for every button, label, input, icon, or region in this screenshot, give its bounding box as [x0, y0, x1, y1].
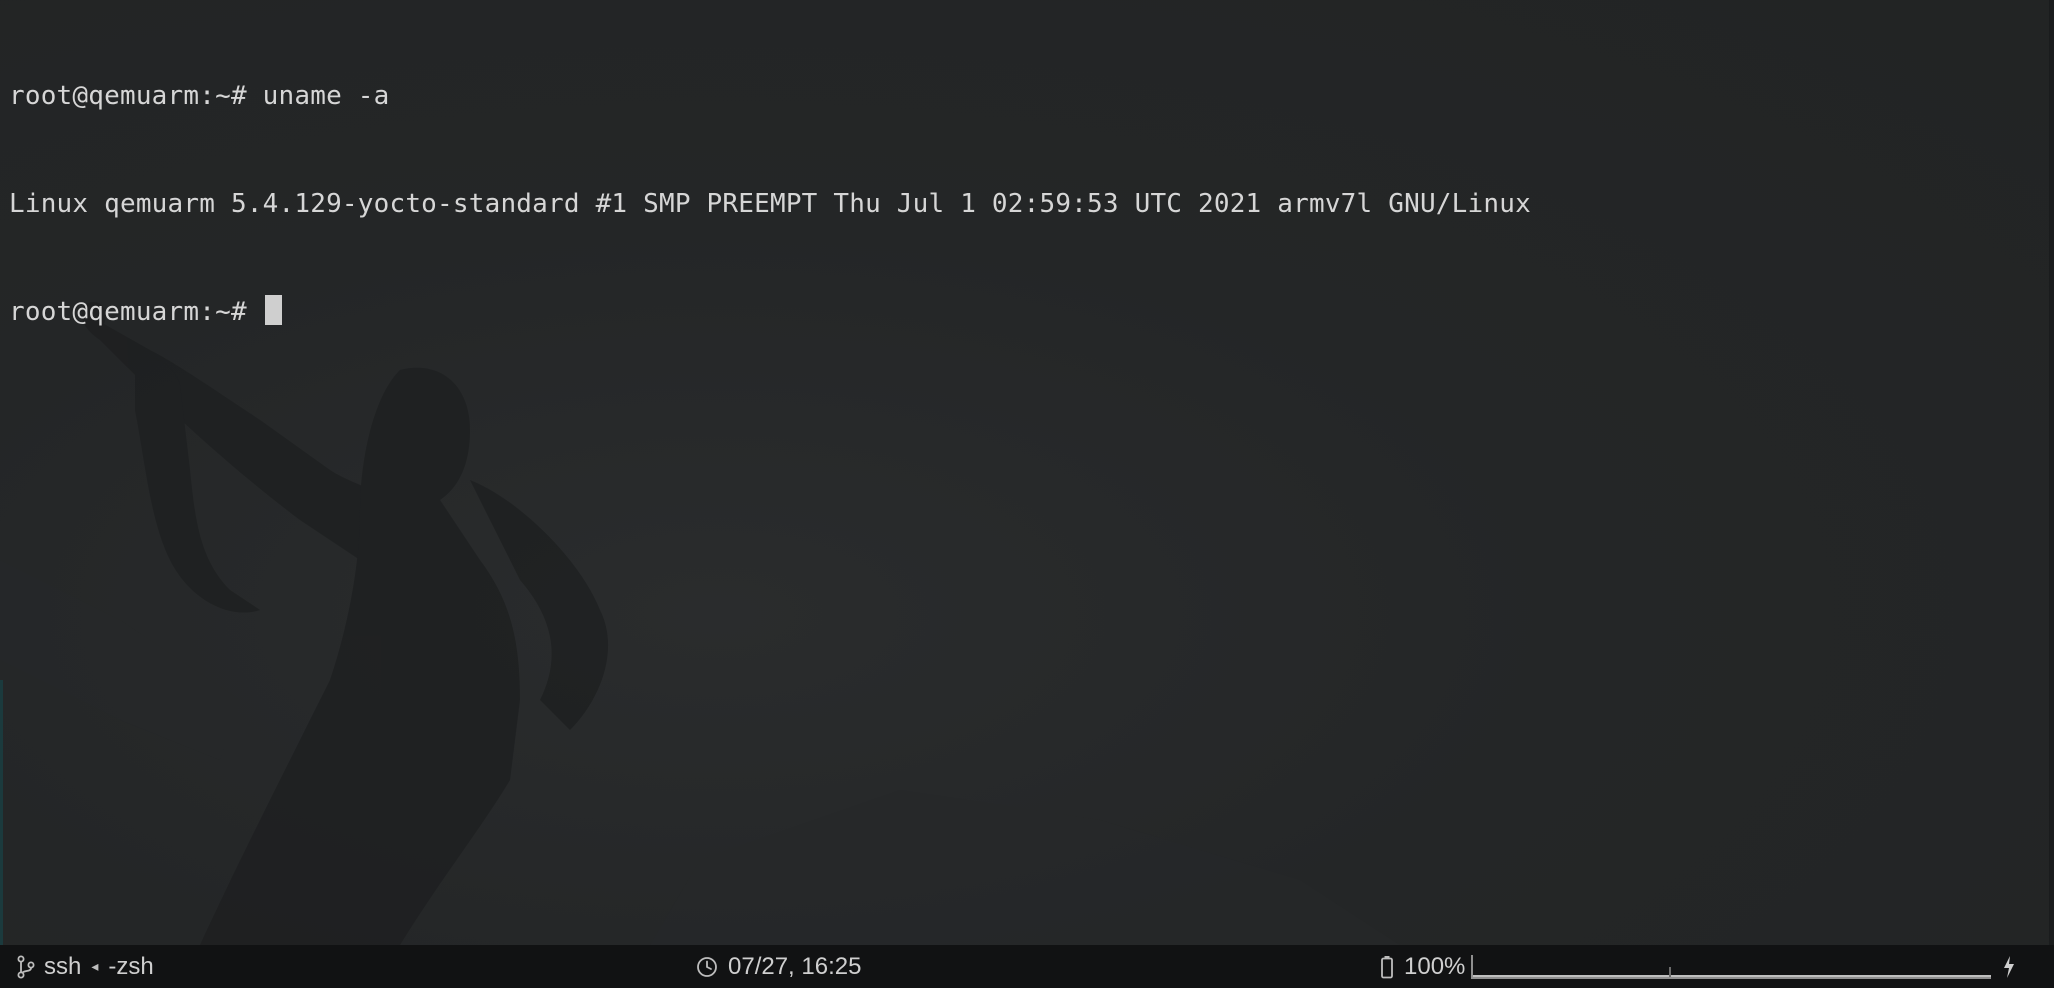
datetime-text: 07/27, 16:25 [728, 952, 862, 980]
terminal-window: root@qemuarm:~# uname -a Linux qemuarm 5… [0, 0, 2054, 988]
scrollbar-track[interactable] [2049, 0, 2054, 945]
battery-level-fill [1473, 974, 1992, 977]
terminal-line: Linux qemuarm 5.4.129-yocto-standard #1 … [9, 189, 1531, 219]
text-cursor [264, 295, 282, 325]
terminal-output[interactable]: root@qemuarm:~# uname -a Linux qemuarm 5… [9, 6, 2044, 402]
branch-icon [16, 955, 36, 979]
bolt-icon [2003, 955, 2015, 979]
battery-icon [1380, 955, 1394, 979]
terminal-prompt: root@qemuarm:~# [9, 297, 263, 327]
session-separator: ◂ [91, 958, 99, 974]
terminal-line: root@qemuarm:~# uname -a [9, 81, 390, 111]
left-edge-accent [0, 680, 3, 945]
session-indicator[interactable]: ssh ◂ -zsh [16, 945, 154, 988]
session-name: ssh [44, 952, 82, 980]
clock-icon [696, 956, 718, 978]
battery-percent: 100% [1404, 952, 1466, 980]
status-bar: ssh ◂ -zsh 07/27, 16:25 100% [0, 945, 2054, 988]
parent-session-name: -zsh [108, 952, 154, 980]
battery-level-tick [1669, 966, 1672, 977]
battery-level-bar [1471, 954, 1992, 979]
battery-widget: 100% [1380, 945, 2054, 988]
terminal-prompt-line[interactable]: root@qemuarm:~# [9, 294, 2044, 330]
clock-widget: 07/27, 16:25 [696, 945, 861, 988]
